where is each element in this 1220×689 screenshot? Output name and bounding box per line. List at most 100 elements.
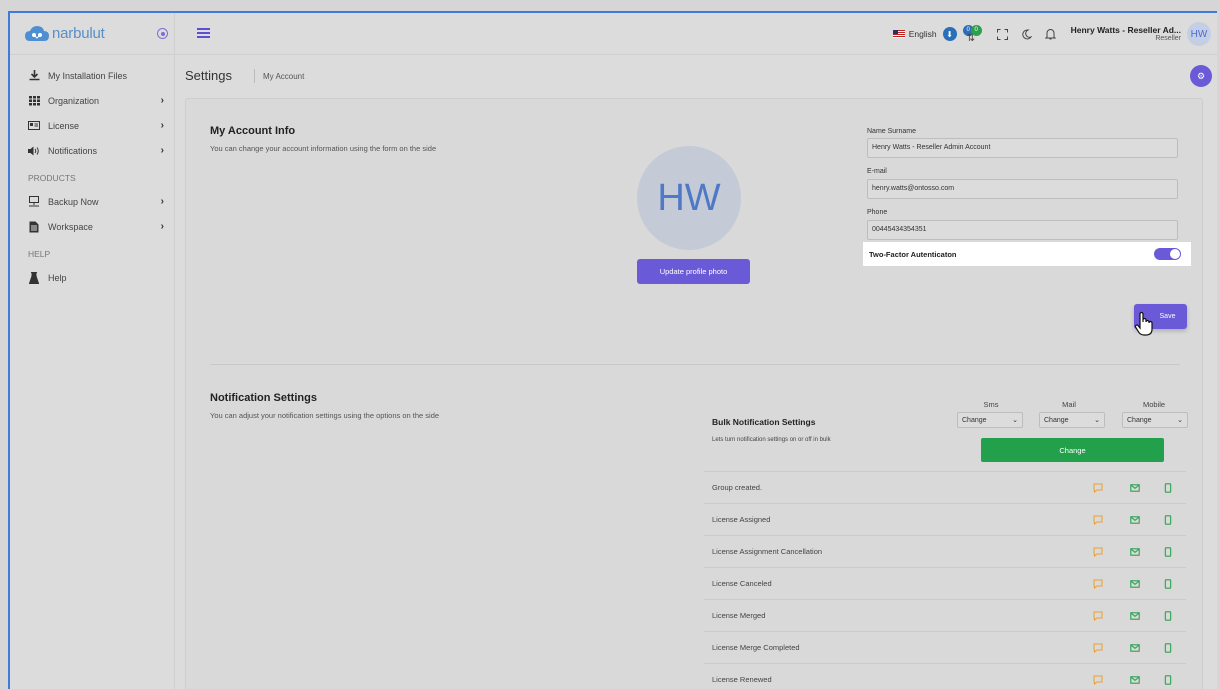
settings-gear-icon[interactable]: ⚙ — [1190, 65, 1212, 87]
user-menu[interactable]: Henry Watts - Reseller Ad... Reseller — [1071, 25, 1181, 44]
bell-icon[interactable] — [1044, 27, 1058, 41]
sms-icon[interactable] — [1093, 515, 1103, 525]
breadcrumb: Settings My Account ⚙ — [175, 56, 1217, 96]
chevron-down-icon: ⌄ — [1012, 417, 1018, 424]
notification-row-label: License Renewed — [712, 675, 772, 684]
downloads-badge[interactable]: 0 0 ⇅ — [962, 25, 983, 44]
update-photo-button[interactable]: Update profile photo — [637, 259, 750, 284]
email-label: E-mail — [867, 168, 887, 175]
email-field[interactable]: henry.watts@ontosso.com — [867, 179, 1178, 199]
language-selector[interactable]: English — [892, 29, 937, 39]
sms-icon[interactable] — [1093, 611, 1103, 621]
mail-icon[interactable] — [1130, 643, 1140, 653]
chevron-right-icon: › — [160, 221, 164, 232]
sms-icon[interactable] — [1093, 675, 1103, 685]
sidebar: narbulut My Installation Files Organizat… — [10, 13, 175, 689]
sms-icon[interactable] — [1093, 483, 1103, 493]
settings-card: My Account Info You can change your acco… — [185, 98, 1203, 689]
dark-mode-icon[interactable] — [1020, 27, 1034, 41]
sidebar-item-label: Organization — [48, 95, 100, 106]
sms-column-header: Sms — [983, 400, 999, 409]
sidebar-item-notifications[interactable]: Notifications › — [10, 138, 174, 163]
brand-name: narbulut — [52, 25, 105, 42]
sidebar-item-workspace[interactable]: Workspace › — [10, 214, 174, 239]
notification-row: License Assignment Cancellation — [704, 535, 1186, 567]
sidebar-item-label: License — [48, 120, 80, 131]
sidebar-item-help[interactable]: Help — [10, 265, 174, 290]
id-card-icon — [28, 120, 40, 132]
notification-row-label: License Canceled — [712, 579, 772, 588]
sms-icon[interactable] — [1093, 579, 1103, 589]
topbar: English ⬇ 0 0 ⇅ Henry Watts - Reseller A… — [175, 13, 1217, 55]
mail-column-header: Mail — [1062, 400, 1076, 409]
sidebar-toggle-icon[interactable] — [157, 28, 168, 39]
mail-icon[interactable] — [1130, 547, 1140, 557]
mobile-icon[interactable] — [1163, 515, 1173, 525]
sms-icon[interactable] — [1093, 643, 1103, 653]
products-heading: PRODUCTS — [28, 173, 76, 183]
flask-icon — [28, 271, 40, 284]
sidebar-item-organization[interactable]: Organization › — [10, 88, 174, 113]
profile-avatar: HW — [637, 146, 741, 250]
sidebar-nav: My Installation Files Organization › Lic… — [10, 55, 174, 290]
mail-bulk-select[interactable]: Change ⌄ — [1039, 412, 1105, 428]
sms-bulk-select[interactable]: Change ⌄ — [957, 412, 1023, 428]
speaker-icon — [28, 145, 40, 157]
mail-icon[interactable] — [1130, 515, 1140, 525]
two-factor-toggle[interactable] — [1154, 248, 1181, 260]
section-divider — [210, 364, 1180, 365]
mobile-bulk-select[interactable]: Change ⌄ — [1122, 412, 1188, 428]
select-value: Change — [962, 416, 987, 424]
mobile-icon[interactable] — [1163, 675, 1173, 685]
notification-row-label: License Assignment Cancellation — [712, 547, 823, 556]
notification-row-label: License Merge Completed — [712, 643, 800, 652]
sidebar-item-installation-files[interactable]: My Installation Files — [10, 63, 174, 88]
phone-label: Phone — [867, 209, 888, 216]
sidebar-item-label: Notifications — [48, 145, 98, 156]
breadcrumb-separator — [254, 69, 255, 83]
sidebar-item-license[interactable]: License › — [10, 113, 174, 138]
brand[interactable]: narbulut — [10, 13, 174, 55]
mail-icon[interactable] — [1130, 675, 1140, 685]
document-icon — [28, 221, 40, 233]
page-title: Settings — [185, 68, 232, 83]
name-field[interactable]: Henry Watts - Reseller Admin Account — [867, 138, 1178, 158]
user-role: Reseller — [1155, 34, 1181, 42]
hand-cursor-icon — [1134, 311, 1153, 336]
mobile-icon[interactable] — [1163, 547, 1173, 557]
hamburger-menu-icon[interactable] — [197, 28, 210, 38]
help-heading: HELP — [28, 249, 51, 259]
select-value: Change — [1127, 416, 1152, 424]
download-circle-icon[interactable]: ⬇ — [942, 27, 957, 41]
bulk-settings-title: Bulk Notification Settings — [712, 417, 816, 427]
mail-icon[interactable] — [1130, 579, 1140, 589]
grid-icon — [28, 95, 40, 107]
app-window: narbulut My Installation Files Organizat… — [8, 11, 1217, 689]
mail-icon[interactable] — [1130, 611, 1140, 621]
sidebar-item-label: Backup Now — [48, 196, 99, 207]
chevron-down-icon: ⌄ — [1177, 417, 1183, 424]
avatar[interactable]: HW — [1187, 22, 1211, 46]
mail-icon[interactable] — [1130, 483, 1140, 493]
cloud-logo-icon — [24, 25, 50, 43]
phone-field[interactable]: 00445434354351 — [867, 220, 1178, 240]
notification-row: License Assigned — [704, 503, 1186, 535]
name-label: Name Surname — [867, 128, 917, 135]
mobile-column-header: Mobile — [1142, 400, 1166, 409]
us-flag-icon — [892, 30, 905, 38]
sms-icon[interactable] — [1093, 547, 1103, 557]
sidebar-item-backup-now[interactable]: Backup Now › — [10, 189, 174, 214]
notification-row-label: License Assigned — [712, 515, 771, 524]
notification-row: License Merge Completed — [704, 631, 1186, 663]
notification-row: License Canceled — [704, 567, 1186, 599]
mobile-icon[interactable] — [1163, 611, 1173, 621]
mobile-icon[interactable] — [1163, 483, 1173, 493]
chevron-right-icon: › — [160, 196, 164, 207]
mobile-icon[interactable] — [1163, 579, 1173, 589]
download-icon — [28, 70, 40, 82]
fullscreen-icon[interactable] — [996, 27, 1010, 41]
bulk-change-button[interactable]: Change — [981, 438, 1164, 462]
mobile-icon[interactable] — [1163, 643, 1173, 653]
breadcrumb-current: My Account — [263, 72, 305, 81]
chevron-right-icon: › — [160, 145, 164, 156]
